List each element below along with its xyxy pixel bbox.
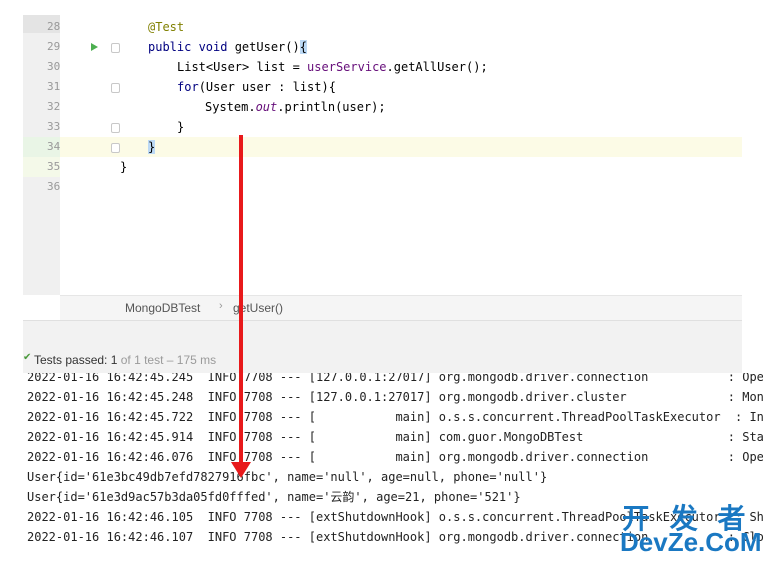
console-line: 2022-01-16 16:42:45.914 INFO 7708 --- [ …: [27, 430, 763, 444]
line-number: 31: [47, 80, 61, 93]
console-line: 2022-01-16 16:42:45.245 INFO 7708 --- [1…: [27, 373, 763, 384]
fold-icon[interactable]: [111, 123, 120, 133]
watermark-logo-bottom: DevZe.CoM: [620, 527, 762, 557]
console-line: 2022-01-16 16:42:45.722 INFO 7708 --- [ …: [27, 410, 763, 424]
test-status-bar: ✔ Tests passed: 1 of 1 test – 175 ms: [23, 346, 742, 375]
run-test-icon[interactable]: [91, 43, 98, 51]
breadcrumb: MongoDBTest › getUser(): [60, 295, 742, 320]
breadcrumb-class[interactable]: MongoDBTest: [125, 301, 200, 315]
code-line: }: [148, 140, 156, 154]
test-status-text: Tests passed: 1 of 1 test – 175 ms: [34, 353, 217, 367]
console-line: User{id='61e3d9ac57b3da05fd0fffed', name…: [27, 490, 521, 504]
fold-icon[interactable]: [111, 43, 120, 53]
fold-icon[interactable]: [111, 83, 120, 93]
annotation-arrow-shaft: [239, 135, 243, 465]
fold-icon[interactable]: [111, 143, 120, 153]
breadcrumb-separator: ›: [219, 300, 223, 312]
line-number: 36: [47, 180, 61, 193]
current-line-highlight: [23, 137, 742, 157]
line-number: 33: [47, 120, 61, 133]
annotation-arrow-head: [231, 462, 251, 478]
code-line: }: [177, 120, 185, 134]
checkmark-icon: ✔: [23, 352, 32, 363]
line-number: 30: [47, 60, 61, 73]
console-line: 2022-01-16 16:42:45.248 INFO 7708 --- [1…: [27, 390, 763, 404]
line-number: 34: [47, 140, 61, 153]
code-line: List<User> list = userService.getAllUser…: [177, 60, 488, 74]
code-line: System.out.println(user);: [205, 100, 386, 114]
line-number: 32: [47, 100, 61, 113]
code-line: public void getUser(){: [148, 40, 307, 54]
line-number: 29: [47, 40, 61, 53]
code-editor[interactable]: 28 29 30 31 32 33 34 35 36 @Test public …: [23, 15, 742, 295]
console-line: User{id='61e3bc49db7efd7827916fbc', name…: [27, 470, 548, 484]
code-line: for(User user : list){: [177, 80, 336, 94]
code-line: @Test: [148, 20, 185, 34]
run-toolbar: [23, 320, 742, 347]
code-line: }: [120, 160, 128, 174]
console-line: 2022-01-16 16:42:46.076 INFO 7708 --- [ …: [27, 450, 763, 464]
line-number: 35: [47, 160, 61, 173]
line-number: 28: [47, 20, 61, 33]
